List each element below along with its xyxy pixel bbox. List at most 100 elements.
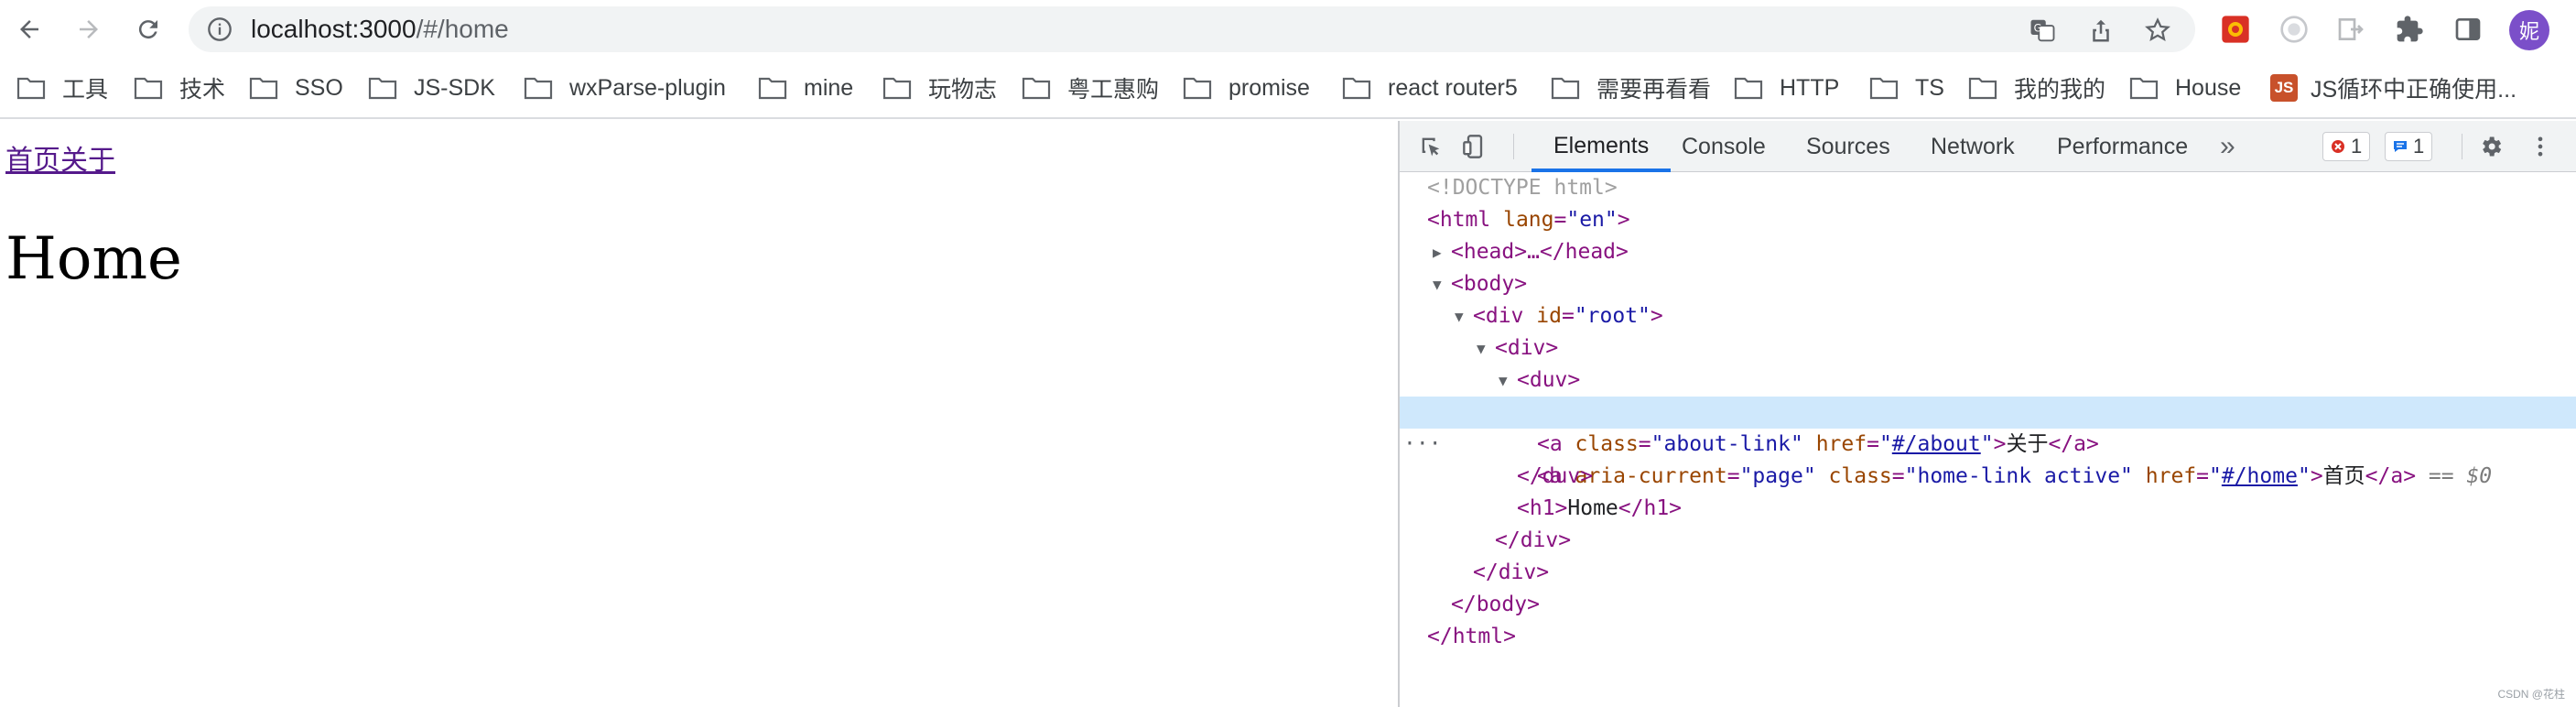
collapse-triangle-icon[interactable]: ▼	[1477, 340, 1486, 357]
tab-console[interactable]: Console	[1682, 121, 1766, 172]
bookmark-folder[interactable]: JS-SDK	[368, 71, 495, 104]
dom-div-open[interactable]: <div>	[1495, 332, 1558, 364]
tag-text: <a	[1537, 432, 1575, 456]
tag-text: </div>	[1495, 528, 1572, 552]
tab-network[interactable]: Network	[1931, 121, 2015, 172]
collapse-triangle-icon[interactable]: ▼	[1433, 276, 1442, 293]
eq-sign: =	[1561, 304, 1575, 328]
bookmark-folder[interactable]: wxParse-plugin	[524, 71, 726, 104]
message-icon	[2394, 141, 2407, 152]
address-bar[interactable]: localhost:3000/#/home G	[189, 6, 2195, 52]
extension-record-icon[interactable]	[2278, 13, 2311, 46]
extension-exit-icon[interactable]	[2334, 13, 2367, 46]
bookmark-folder[interactable]: 技术	[134, 71, 225, 104]
star-icon[interactable]	[2144, 16, 2171, 44]
href-link[interactable]: #/home	[2222, 464, 2298, 488]
bookmark-folder[interactable]: 粤工惠购	[1022, 71, 1159, 104]
collapse-triangle-icon[interactable]: ▼	[1499, 372, 1508, 389]
about-link[interactable]: 关于	[60, 145, 115, 177]
tag-text: >	[2310, 464, 2323, 488]
collapse-triangle-icon[interactable]: ▼	[1455, 308, 1464, 325]
bookmark-label: 粤工惠购	[1067, 77, 1160, 103]
bookmark-folder[interactable]: mine	[758, 71, 853, 104]
extensions-puzzle-icon[interactable]	[2393, 13, 2426, 46]
profile-avatar[interactable]: 妮	[2509, 10, 2549, 50]
dom-duv-open[interactable]: <duv>	[1517, 364, 1580, 397]
bookmark-label: 技术	[179, 77, 226, 103]
node-text: Home	[1567, 496, 1618, 520]
quote: "	[1980, 432, 1994, 456]
extension-red-icon[interactable]	[2219, 13, 2252, 46]
bookmark-link[interactable]: JS JS循环中正确使用...	[2270, 71, 2516, 104]
forward-button[interactable]	[70, 11, 107, 48]
more-options-icon[interactable]	[2526, 132, 2555, 161]
bookmark-folder[interactable]: TS	[1869, 71, 1944, 104]
bookmark-folder[interactable]: 工具	[16, 71, 108, 104]
tag-text: >	[1650, 304, 1663, 328]
tab-performance[interactable]: Performance	[2057, 121, 2188, 172]
folder-icon	[1968, 77, 1997, 100]
more-tabs-button[interactable]: »	[2220, 121, 2235, 172]
page-viewport: 首页关于 Home	[0, 121, 1398, 707]
home-link[interactable]: 首页	[5, 145, 60, 177]
back-button[interactable]	[11, 11, 48, 48]
dom-selected-row[interactable]: ··· <a aria-current="page" class="home-l…	[1400, 397, 2576, 488]
settings-gear-icon[interactable]	[2476, 132, 2506, 161]
tag-text: <h1>	[1517, 496, 1568, 520]
eq-sign: =	[1638, 432, 1651, 456]
bookmark-folder[interactable]: SSO	[249, 71, 343, 104]
tag-text: <div	[1473, 304, 1537, 328]
message-count-badge[interactable]: 1	[2385, 132, 2433, 161]
bookmark-folder[interactable]: react router5	[1342, 71, 1518, 104]
bookmark-folder[interactable]: HTTP	[1734, 71, 1839, 104]
device-toolbar-icon[interactable]	[1460, 132, 1489, 161]
bookmark-folder[interactable]: 玩物志	[882, 71, 997, 104]
bookmark-folder[interactable]: 需要再看看	[1551, 71, 1711, 104]
site-info-icon[interactable]	[207, 16, 233, 42]
quote: "	[1878, 432, 1892, 456]
tag-text: <head>…</head>	[1451, 240, 1629, 264]
share-icon[interactable]	[2087, 16, 2115, 44]
dom-html-close[interactable]: </html>	[1427, 621, 1516, 653]
bookmark-folder[interactable]: House	[2129, 71, 2241, 104]
expand-triangle-icon[interactable]: ▶	[1433, 244, 1442, 261]
dom-html-open[interactable]: <html lang="en">	[1427, 204, 1630, 236]
dom-a-about[interactable]: <a class="about-link" href="#/about">关于<…	[1537, 429, 2099, 461]
reload-icon	[138, 20, 157, 39]
bookmark-folder[interactable]: 我的我的	[1968, 71, 2105, 104]
bookmark-label: promise	[1228, 74, 1310, 101]
side-panel-icon[interactable]	[2452, 13, 2484, 46]
dom-h1[interactable]: <h1>Home</h1>	[1517, 493, 1682, 525]
doctype-text: <!DOCTYPE html>	[1427, 176, 1618, 200]
error-icon	[2332, 140, 2344, 153]
dom-div-root-close[interactable]: </div>	[1473, 557, 1549, 589]
bookmark-folder[interactable]: promise	[1183, 71, 1310, 104]
url-text[interactable]: localhost:3000/#/home	[251, 6, 509, 52]
href-link[interactable]: #/about	[1892, 432, 1981, 456]
attr-value: "en"	[1566, 208, 1618, 232]
dom-div-close[interactable]: </div>	[1495, 525, 1571, 557]
reload-button[interactable]	[130, 11, 167, 48]
folder-icon	[1734, 77, 1763, 100]
eq-sign: =	[1867, 432, 1879, 456]
row-options-icon[interactable]: ···	[1403, 429, 1442, 461]
dom-body-open[interactable]: <body>	[1451, 268, 1527, 300]
quote: "	[2209, 464, 2222, 488]
translate-icon[interactable]: G	[2029, 16, 2056, 44]
tab-elements[interactable]: Elements	[1532, 121, 1672, 172]
folder-icon	[134, 77, 163, 100]
error-count-badge[interactable]: 1	[2322, 132, 2371, 161]
dom-duv-close[interactable]: </duv>	[1517, 461, 1593, 493]
inspect-element-icon[interactable]	[1416, 132, 1445, 161]
url-path: /#/home	[416, 15, 509, 43]
dom-head[interactable]: <head>…</head>	[1451, 236, 1629, 268]
folder-icon	[1022, 77, 1051, 100]
attr-name: href	[1815, 432, 1867, 456]
eq-sign: =	[2196, 464, 2209, 488]
folder-icon	[1183, 77, 1212, 100]
dom-body-close[interactable]: </body>	[1451, 589, 1540, 621]
dom-div-root-open[interactable]: <div id="root">	[1473, 300, 1663, 332]
browser-toolbar: localhost:3000/#/home G 妮	[0, 0, 2576, 59]
tab-sources[interactable]: Sources	[1806, 121, 1890, 172]
bookmark-label: react router5	[1388, 74, 1518, 101]
